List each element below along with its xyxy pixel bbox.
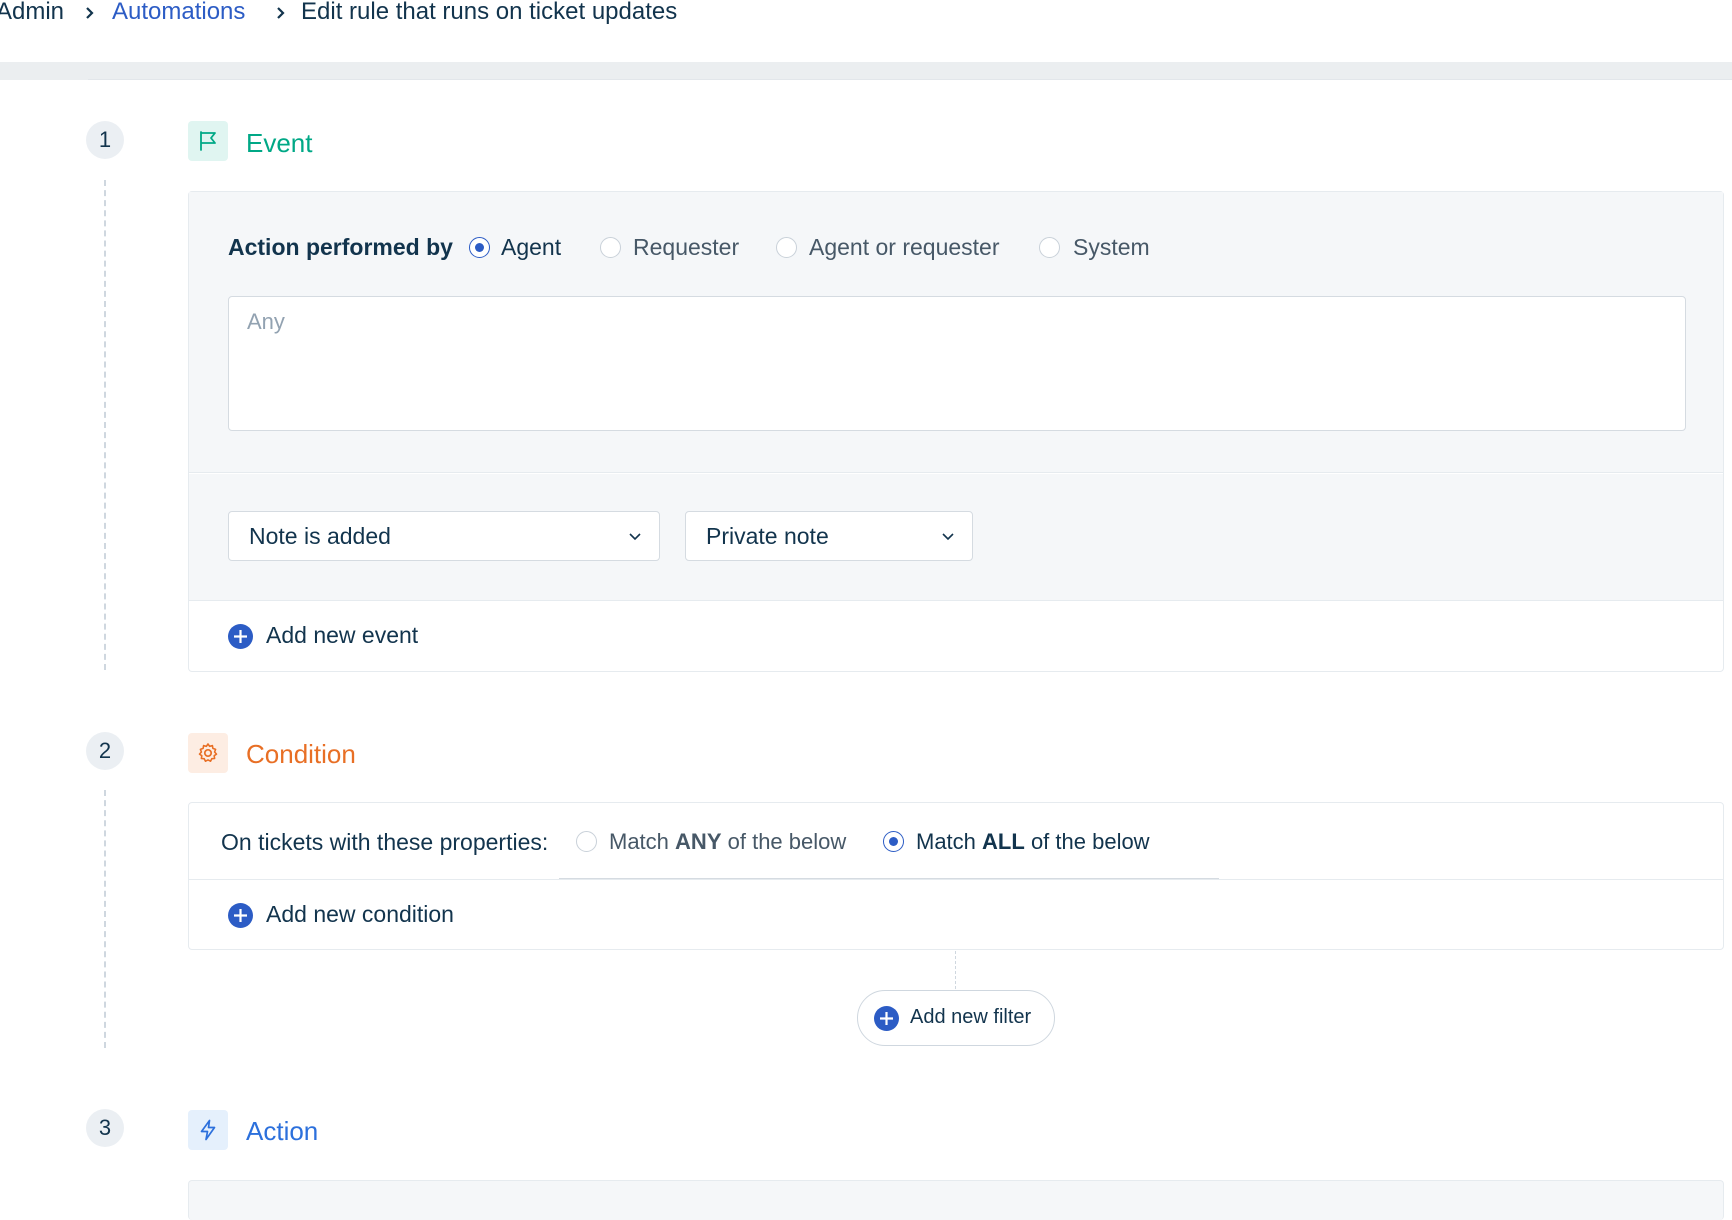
radio-system-label[interactable]: System xyxy=(1073,233,1150,261)
page-header: Admin Automations Edit rule that runs on… xyxy=(0,0,1732,62)
add-new-condition-label: Add new condition xyxy=(266,901,454,927)
action-section-title: Action xyxy=(246,1116,319,1146)
match-all-bold: ALL xyxy=(982,829,1025,854)
radio-match-all[interactable] xyxy=(883,831,904,852)
radio-match-any-label[interactable]: Match ANY of the below xyxy=(609,828,846,856)
header-divider-inner xyxy=(88,62,1732,80)
action-section-icon xyxy=(188,1110,228,1150)
radio-match-any[interactable] xyxy=(576,831,597,852)
plus-circle-icon xyxy=(874,1006,899,1031)
radio-system[interactable] xyxy=(1039,237,1060,258)
add-new-event-label: Add new event xyxy=(266,622,419,648)
breadcrumb-current: Edit rule that runs on ticket updates xyxy=(301,0,678,25)
lightning-icon xyxy=(200,1119,216,1141)
add-new-filter-button[interactable]: Add new filter xyxy=(857,990,1055,1046)
radio-requester-label[interactable]: Requester xyxy=(633,233,739,261)
chevron-right-icon xyxy=(275,5,287,21)
filter-connector-line xyxy=(955,951,956,989)
match-any-bold: ANY xyxy=(675,829,722,854)
gear-icon xyxy=(198,743,218,762)
agents-select-placeholder: Any xyxy=(247,309,285,334)
condition-section-icon xyxy=(188,733,228,773)
condition-section-title: Condition xyxy=(246,739,356,769)
match-options-underline xyxy=(559,878,1219,879)
match-all-pre: Match xyxy=(916,829,976,854)
step-number-condition: 2 xyxy=(86,732,124,770)
radio-requester[interactable] xyxy=(600,237,621,258)
action-card xyxy=(188,1180,1724,1220)
note-type-value: Private note xyxy=(706,523,829,549)
step-connector-line xyxy=(104,790,106,1048)
header-divider xyxy=(0,62,1732,80)
event-type-dropdown[interactable]: Note is added xyxy=(228,511,660,561)
radio-agent-or-requester-label[interactable]: Agent or requester xyxy=(809,233,1000,261)
plus-circle-icon xyxy=(228,624,253,649)
condition-card-divider xyxy=(189,879,1723,880)
breadcrumb-automations[interactable]: Automations xyxy=(112,0,245,29)
performed-by-label: Action performed by xyxy=(228,234,453,260)
match-any-post: of the below xyxy=(727,829,847,854)
add-new-event-button[interactable]: Add new event xyxy=(228,622,528,650)
radio-agent[interactable] xyxy=(469,237,490,258)
match-any-pre: Match xyxy=(609,829,669,854)
match-all-post: of the below xyxy=(1030,829,1150,854)
add-new-condition-button[interactable]: Add new condition xyxy=(228,901,568,929)
step-connector-line xyxy=(104,180,106,670)
event-type-value: Note is added xyxy=(249,523,391,549)
flag-icon xyxy=(200,131,216,151)
chevron-right-icon xyxy=(84,5,96,21)
chevron-down-icon xyxy=(629,533,641,541)
event-section-icon xyxy=(188,121,228,161)
plus-circle-icon xyxy=(228,903,253,928)
event-card xyxy=(188,191,1724,672)
step-number-event: 1 xyxy=(86,121,124,159)
step-number-action: 3 xyxy=(86,1109,124,1147)
properties-label: On tickets with these properties: xyxy=(221,829,549,855)
radio-agent-label[interactable]: Agent xyxy=(501,233,561,261)
chevron-down-icon xyxy=(942,533,954,541)
agents-select-input[interactable]: Any xyxy=(228,296,1686,431)
radio-match-all-label[interactable]: Match ALL of the below xyxy=(916,828,1150,856)
radio-agent-or-requester[interactable] xyxy=(776,237,797,258)
breadcrumb-admin[interactable]: Admin xyxy=(0,0,64,29)
note-type-dropdown[interactable]: Private note xyxy=(685,511,973,561)
event-section-title: Event xyxy=(246,128,313,158)
add-new-filter-label: Add new filter xyxy=(910,1006,1032,1028)
